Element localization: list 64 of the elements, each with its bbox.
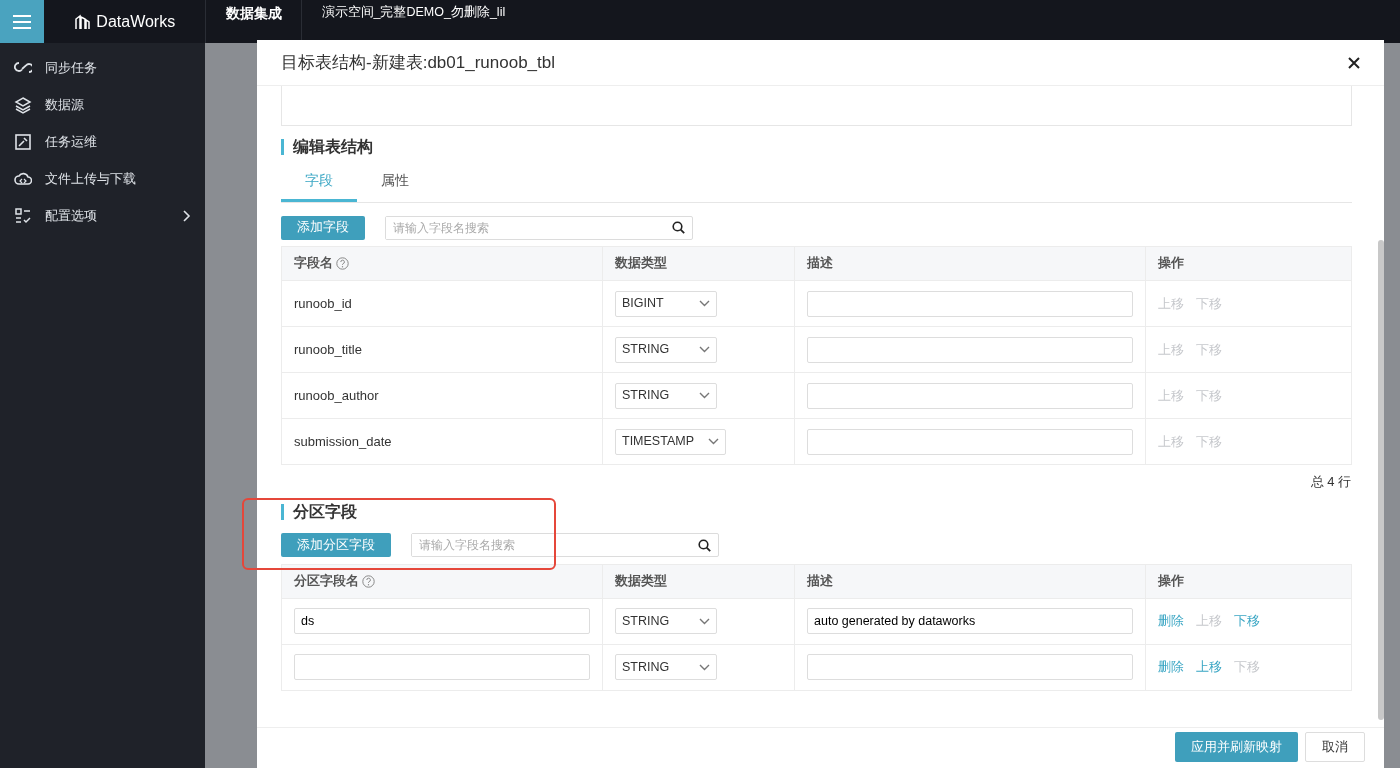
- action-link[interactable]: 上移: [1196, 658, 1222, 677]
- brand-name: DataWorks: [96, 11, 176, 32]
- name-input[interactable]: [294, 654, 590, 680]
- chevron-down-icon: [699, 392, 710, 399]
- apply-button[interactable]: 应用并刷新映射: [1175, 731, 1298, 762]
- action-link[interactable]: 删除: [1158, 612, 1184, 631]
- close-icon[interactable]: [1348, 56, 1360, 69]
- column-header: 描述: [807, 255, 833, 273]
- tab[interactable]: 字段: [281, 161, 357, 202]
- column-header: 数据类型: [615, 255, 667, 273]
- layers-icon: [14, 96, 32, 114]
- help-icon[interactable]: [362, 574, 376, 588]
- cancel-button[interactable]: 取消: [1304, 731, 1365, 762]
- column-header: 描述: [807, 572, 833, 590]
- type-select[interactable]: STRING: [615, 608, 717, 634]
- type-select[interactable]: STRING: [615, 382, 717, 409]
- chevron-down-icon: [699, 617, 710, 625]
- type-select[interactable]: STRING: [615, 654, 717, 680]
- section-title: 分区字段: [281, 504, 1352, 520]
- search-icon: [672, 221, 685, 234]
- dialog-title: 目标表结构-新建表:db01_runoob_tbl: [281, 51, 555, 74]
- field-name: runoob_author: [294, 387, 379, 403]
- description-input[interactable]: auto generated by dataworks: [807, 608, 1133, 634]
- field-name: runoob_title: [294, 341, 362, 357]
- column-header: 字段名: [294, 254, 333, 273]
- type-select[interactable]: BIGINT: [615, 290, 717, 317]
- description-input[interactable]: [807, 428, 1133, 455]
- description-input[interactable]: [807, 382, 1133, 409]
- chevron-down-icon: [699, 663, 710, 671]
- menu-button[interactable]: [0, 0, 44, 43]
- chevron-down-icon: [708, 438, 719, 445]
- sidebar-item[interactable]: 任务运维: [0, 123, 205, 161]
- description-input[interactable]: [807, 290, 1133, 317]
- checklist-icon: [14, 207, 32, 225]
- column-header: 操作: [1158, 255, 1184, 273]
- column-header: 分区字段名: [294, 572, 359, 590]
- chevron-down-icon: [699, 300, 710, 307]
- section-title: 编辑表结构: [281, 139, 1352, 155]
- column-header: 数据类型: [615, 572, 667, 590]
- menu-icon: [13, 14, 31, 29]
- field-name: submission_date: [294, 433, 392, 449]
- type-select[interactable]: STRING: [615, 336, 717, 363]
- column-header: 操作: [1158, 572, 1184, 590]
- chevron-right-icon: [183, 210, 191, 222]
- chevron-down-icon: [699, 346, 710, 353]
- action-link[interactable]: 下移: [1234, 612, 1260, 631]
- sidebar-item[interactable]: 配置选项: [0, 197, 205, 235]
- add-button[interactable]: 添加字段: [281, 215, 365, 240]
- sidebar-item[interactable]: 数据源: [0, 86, 205, 124]
- field-name: runoob_id: [294, 295, 352, 311]
- search-icon: [698, 538, 711, 552]
- action-link[interactable]: 删除: [1158, 658, 1184, 677]
- logo-icon: [73, 13, 90, 30]
- add-button[interactable]: 添加分区字段: [281, 533, 391, 557]
- help-icon[interactable]: [336, 257, 350, 270]
- sidebar-item[interactable]: 同步任务: [0, 49, 205, 87]
- type-select[interactable]: TIMESTAMP: [615, 428, 726, 455]
- description-input[interactable]: [807, 336, 1133, 363]
- name-input[interactable]: ds: [294, 608, 590, 634]
- tab[interactable]: 属性: [357, 161, 433, 202]
- sidebar-item[interactable]: 文件上传与下载: [0, 160, 205, 198]
- cloud-icon: [14, 170, 32, 188]
- description-input[interactable]: [807, 654, 1133, 680]
- row-count: 总 4 行: [1310, 472, 1351, 491]
